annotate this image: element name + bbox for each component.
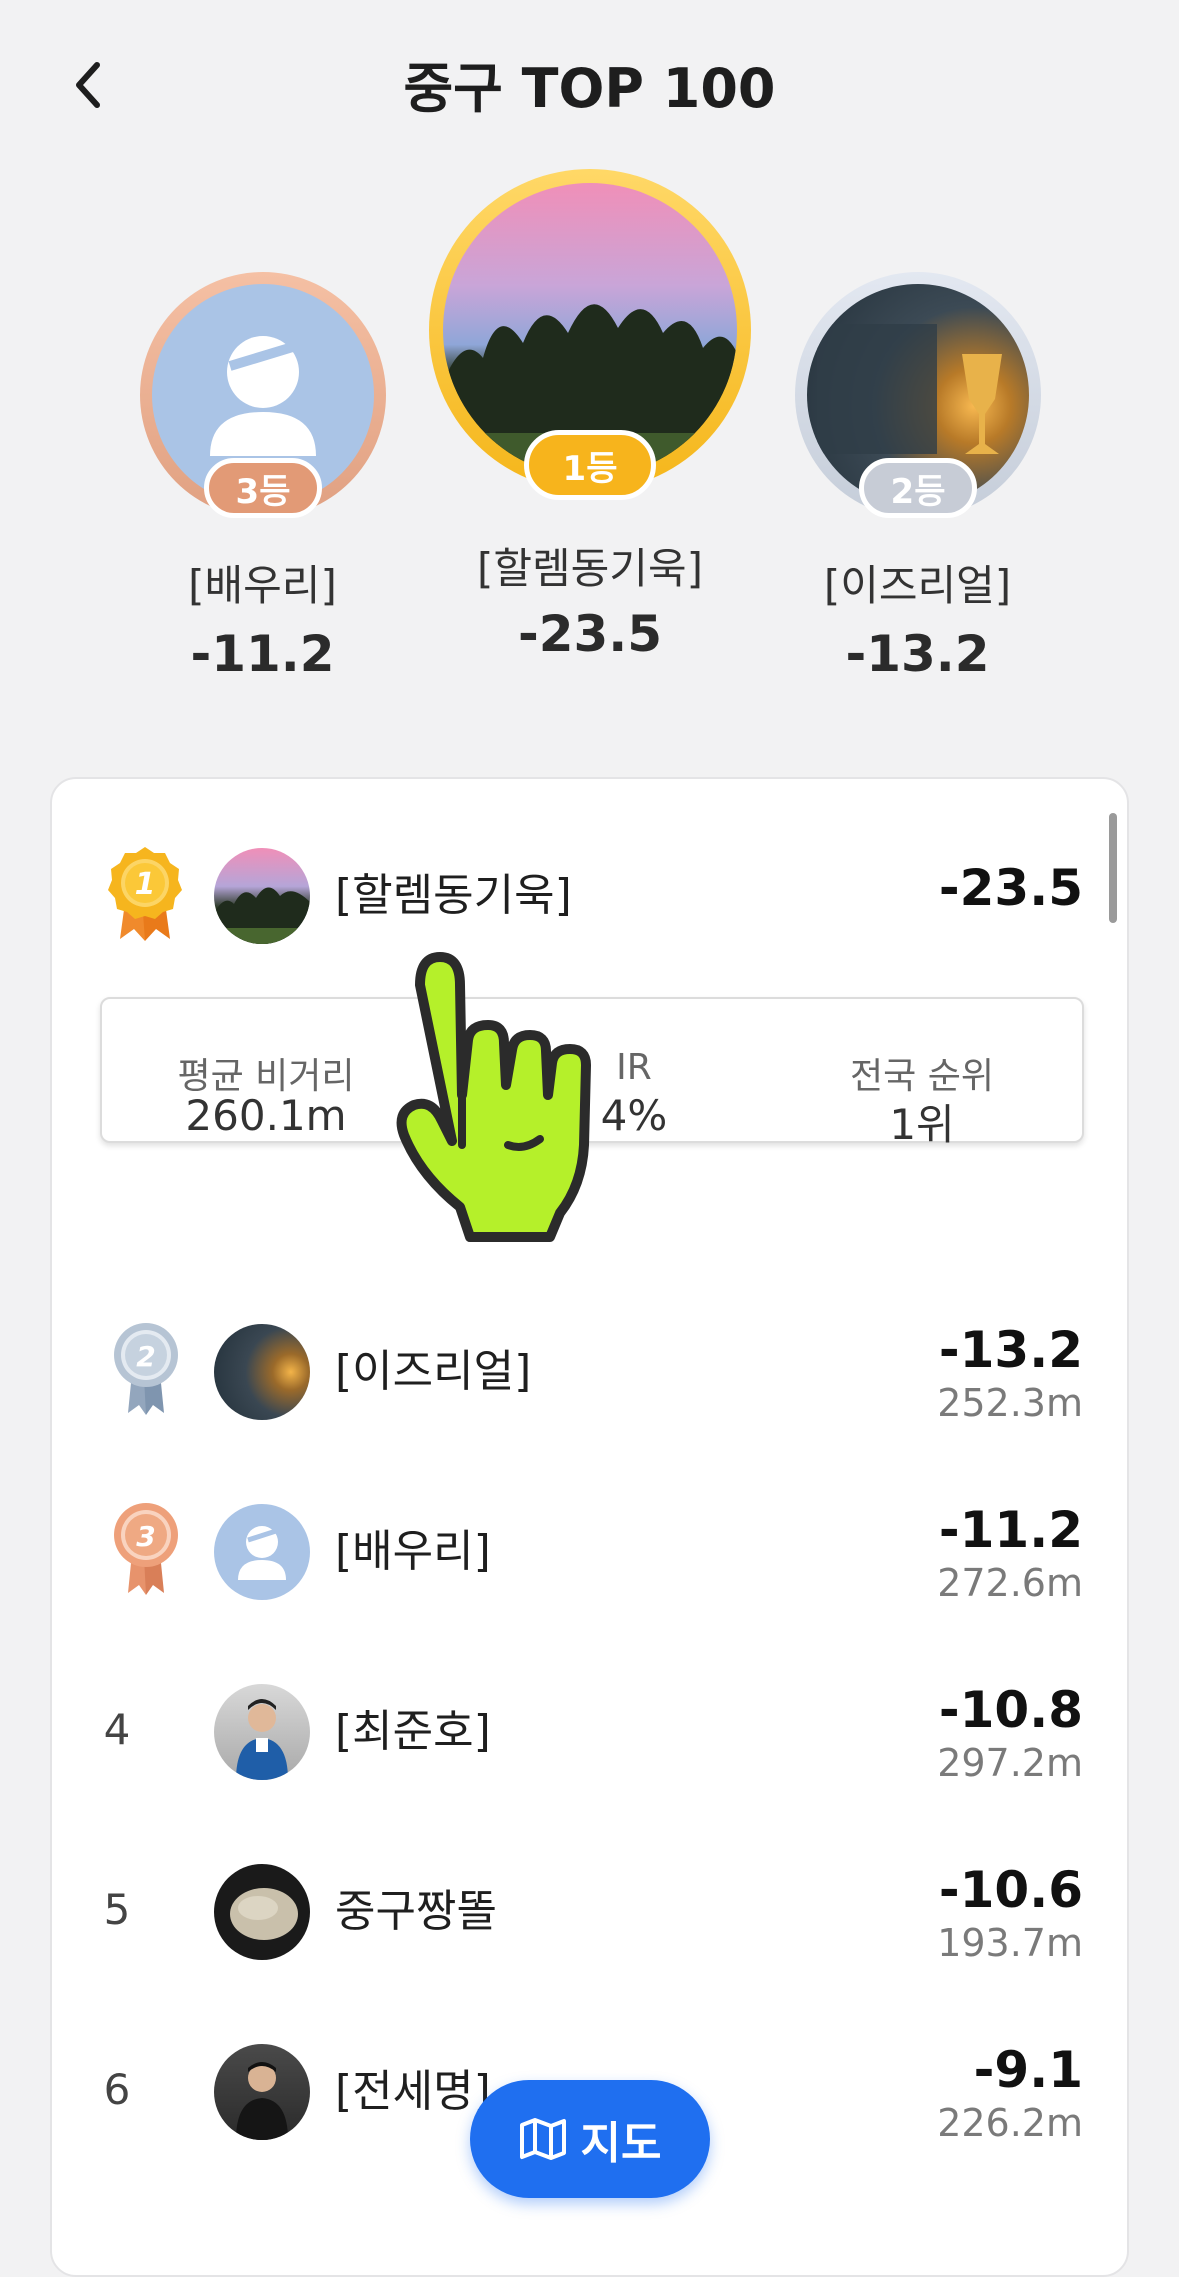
player-score: -23.5 xyxy=(938,859,1083,917)
avatar xyxy=(214,1504,310,1600)
rank-badge-second: 2등 xyxy=(859,458,977,518)
podium-first[interactable]: 1등 [할렘동기욱] -23.5 xyxy=(425,165,755,685)
map-icon xyxy=(519,2118,566,2160)
player-name: [전세명] xyxy=(335,2066,491,2117)
avg-distance-stat: 평균 비거리 260.1m xyxy=(102,999,430,1145)
player-name: [최준호] xyxy=(335,1706,491,1757)
podium-third[interactable]: 3등 [배우리] -11.2 xyxy=(120,270,405,700)
player-score: -11.2 xyxy=(938,1501,1083,1559)
list-item[interactable]: 2 [이즈리얼] -13.2 252.3m xyxy=(52,1309,1127,1429)
podium-score: -13.2 xyxy=(845,625,990,683)
list-item[interactable]: 5 중구짱똘 -10.6 193.7m xyxy=(52,1849,1127,1969)
stat-value: 260.1m xyxy=(185,1091,347,1140)
svg-text:2: 2 xyxy=(136,1340,155,1373)
avatar xyxy=(214,1864,310,1960)
player-score: -9.1 xyxy=(973,2041,1083,2099)
svg-text:1: 1 xyxy=(135,867,156,902)
podium-second[interactable]: 2등 [이즈리얼] -13.2 xyxy=(775,270,1060,700)
podium-score: -23.5 xyxy=(517,605,663,663)
national-rank-stat: 전국 순위 1위 xyxy=(758,999,1086,1149)
rank-number: 4 xyxy=(103,1704,131,1754)
silver-medal-icon: 2 xyxy=(114,1323,178,1415)
avatar xyxy=(214,848,310,944)
header: 중구 TOP 100 xyxy=(0,0,1179,160)
avatar xyxy=(214,1684,310,1780)
player-name: [배우리] xyxy=(335,1526,491,1577)
rank-badge-first: 1등 xyxy=(524,430,656,500)
player-name: [할렘동기욱] xyxy=(335,870,572,921)
podium-score: -11.2 xyxy=(190,625,335,683)
list-item[interactable]: 3 [배우리] -11.2 272.6m xyxy=(52,1489,1127,1609)
rank-number: 6 xyxy=(103,2064,131,2114)
player-distance: 297.2m xyxy=(937,1741,1083,1785)
list-item[interactable]: 1 [할렘동기욱] -23.5 xyxy=(52,833,1127,953)
avatar xyxy=(214,1324,310,1420)
player-name: 중구짱똘 xyxy=(335,1886,497,1937)
player-score: -13.2 xyxy=(938,1321,1083,1379)
map-button-label: 지도 xyxy=(580,2118,662,2169)
player-score: -10.8 xyxy=(938,1681,1083,1739)
rank-number: 5 xyxy=(103,1884,131,1934)
player-distance: 272.6m xyxy=(937,1561,1083,1605)
avatar xyxy=(214,2044,310,2140)
player-distance: 252.3m xyxy=(937,1381,1083,1425)
svg-text:3: 3 xyxy=(136,1520,155,1553)
pointer-hand-icon xyxy=(396,952,591,1242)
map-button[interactable]: 지도 xyxy=(470,2080,710,2198)
bronze-medal-icon: 3 xyxy=(114,1503,178,1595)
player-score: -10.6 xyxy=(938,1861,1083,1919)
player-distance: 226.2m xyxy=(937,2101,1083,2145)
list-item[interactable]: 4 [최준호] -10.8 297.2m xyxy=(52,1669,1127,1789)
podium-name: [할렘동기욱] xyxy=(477,544,703,593)
rank-badge-third: 3등 xyxy=(204,458,322,518)
player-name: [이즈리얼] xyxy=(335,1346,532,1397)
podium-name: [이즈리얼] xyxy=(823,561,1012,610)
gold-medal-icon: 1 xyxy=(108,847,182,941)
player-distance: 193.7m xyxy=(937,1921,1083,1965)
page-title: 중구 TOP 100 xyxy=(403,57,776,120)
stat-value: 1위 xyxy=(889,1100,955,1149)
podium-name: [배우리] xyxy=(188,561,337,610)
